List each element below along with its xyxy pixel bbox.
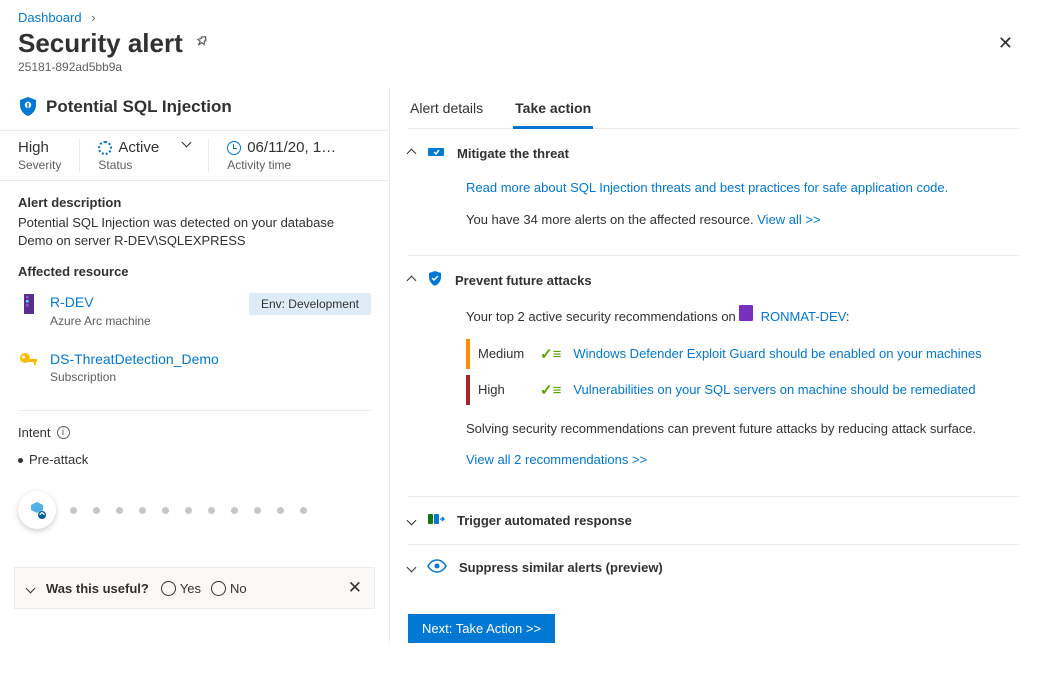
feedback-yes[interactable]: Yes: [161, 581, 201, 596]
chevron-up-icon: [407, 276, 417, 286]
rec-link[interactable]: Vulnerabilities on your SQL servers on m…: [573, 382, 975, 397]
playbook-icon: [427, 511, 445, 530]
prevent-intro-text: Your top 2 active security recommendatio…: [466, 309, 739, 324]
checklist-icon: ✓≡: [540, 345, 561, 363]
env-pill: Env: Development: [249, 293, 371, 315]
alert-id: 25181-892ad5bb9a: [0, 60, 1037, 88]
chevron-right-icon: ›: [91, 10, 95, 25]
tab-alert-details[interactable]: Alert details: [408, 100, 485, 128]
prevent-viewrecs-link[interactable]: View all 2 recommendations >>: [466, 452, 647, 467]
status-label: Status: [98, 158, 159, 172]
affected-resource-row: R-DEV Azure Arc machine Env: Development: [0, 283, 389, 339]
description-text: Potential SQL Injection was detected on …: [18, 214, 371, 250]
close-icon[interactable]: ✕: [348, 578, 362, 598]
vm-icon: [18, 293, 40, 315]
chevron-down-icon[interactable]: [26, 583, 36, 593]
resource-name-link[interactable]: DS-ThreatDetection_Demo: [50, 351, 219, 367]
intent-stage: Pre-attack: [0, 446, 389, 473]
mitigate-viewall-link[interactable]: View all >>: [757, 212, 820, 227]
severity-label: Severity: [18, 158, 61, 172]
severity-value: High: [18, 139, 61, 156]
intent-timeline: [0, 473, 389, 529]
section-trigger-header[interactable]: Trigger automated response: [408, 511, 1019, 530]
feedback-question: Was this useful?: [46, 581, 149, 596]
rec-severity: Medium: [478, 346, 528, 361]
clock-icon: [227, 141, 241, 155]
pin-icon[interactable]: [193, 34, 209, 53]
resource-name-link[interactable]: R-DEV: [50, 294, 94, 310]
vm-small-icon: [739, 305, 753, 321]
spinner-icon: [98, 141, 112, 155]
info-icon[interactable]: i: [57, 426, 70, 439]
chevron-down-icon: [407, 515, 417, 525]
status-value: Active: [118, 139, 159, 156]
section-prevent-header[interactable]: Prevent future attacks: [408, 270, 1019, 291]
affected-heading: Affected resource: [18, 264, 371, 279]
section-mitigate-title: Mitigate the threat: [457, 146, 569, 161]
recommendation-row: Medium ✓≡ Windows Defender Exploit Guard…: [466, 339, 1019, 369]
affected-resource-row: DS-ThreatDetection_Demo Subscription: [0, 340, 389, 396]
intent-label: Intent: [18, 425, 51, 440]
rec-link[interactable]: Windows Defender Exploit Guard should be…: [573, 346, 981, 361]
feedback-no[interactable]: No: [211, 581, 247, 596]
mitigate-readmore-link[interactable]: Read more about SQL Injection threats an…: [466, 180, 948, 195]
prevent-solving-text: Solving security recommendations can pre…: [466, 419, 1019, 439]
prevent-machine-link[interactable]: RONMAT-DEV: [761, 309, 846, 324]
next-take-action-button[interactable]: Next: Take Action >>: [408, 614, 555, 643]
activity-label: Activity time: [227, 158, 336, 172]
section-suppress-title: Suppress similar alerts (preview): [459, 560, 663, 575]
tab-bar: Alert details Take action: [408, 88, 1019, 129]
timeline-node-icon: [18, 491, 56, 529]
feedback-banner: Was this useful? Yes No ✕: [14, 567, 375, 609]
section-trigger-title: Trigger automated response: [457, 513, 632, 528]
close-icon[interactable]: ✕: [992, 27, 1019, 60]
activity-value: 06/11/20, 1…: [247, 139, 336, 156]
shield-small-icon: [427, 270, 443, 291]
key-icon: [18, 350, 40, 370]
description-heading: Alert description: [18, 195, 371, 210]
chevron-down-icon: [407, 562, 417, 572]
rec-severity: High: [478, 382, 528, 397]
shield-icon: [18, 96, 38, 118]
breadcrumb: Dashboard ›: [0, 0, 1037, 27]
section-mitigate-header[interactable]: Mitigate the threat: [408, 143, 1019, 164]
mitigate-more-text: You have 34 more alerts on the affected …: [466, 212, 757, 227]
mitigate-icon: [427, 143, 445, 164]
resource-type: Subscription: [50, 369, 371, 386]
checklist-icon: ✓≡: [540, 381, 561, 399]
recommendation-row: High ✓≡ Vulnerabilities on your SQL serv…: [466, 375, 1019, 405]
tab-take-action[interactable]: Take action: [513, 100, 593, 129]
resource-type: Azure Arc machine: [50, 313, 239, 330]
breadcrumb-home[interactable]: Dashboard: [18, 10, 82, 25]
section-prevent-title: Prevent future attacks: [455, 273, 592, 288]
status-dropdown[interactable]: [182, 138, 192, 148]
chevron-up-icon: [407, 149, 417, 159]
page-title: Security alert: [18, 28, 183, 59]
eye-icon: [427, 559, 447, 576]
section-suppress-header[interactable]: Suppress similar alerts (preview): [408, 559, 1019, 576]
alert-name: Potential SQL Injection: [46, 97, 232, 117]
